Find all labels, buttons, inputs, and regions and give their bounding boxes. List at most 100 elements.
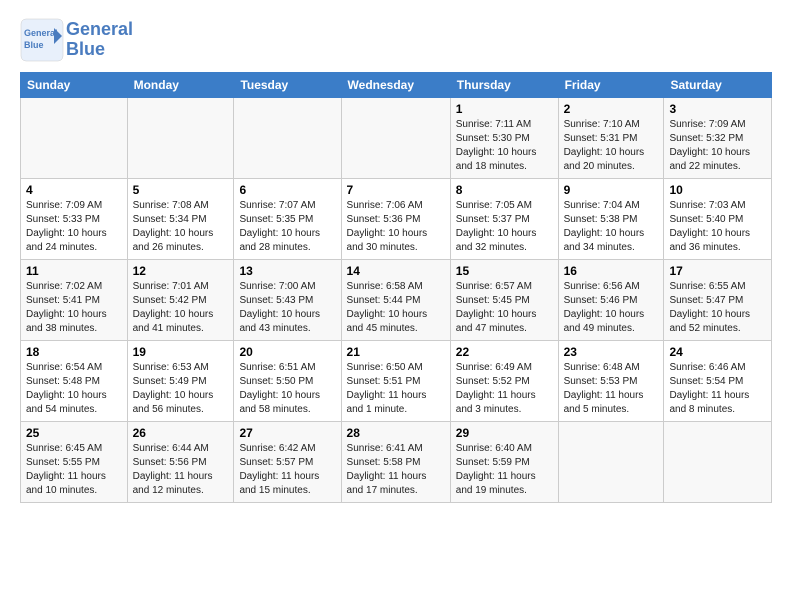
calendar-cell: 21 Sunrise: 6:50 AM Sunset: 5:51 PM Dayli… bbox=[341, 341, 450, 422]
col-header-saturday: Saturday bbox=[664, 73, 772, 98]
calendar-cell bbox=[127, 98, 234, 179]
calendar-cell: 11 Sunrise: 7:02 AM Sunset: 5:41 PM Dayli… bbox=[21, 260, 128, 341]
day-info: Sunrise: 7:07 AM Sunset: 5:35 PM Dayligh… bbox=[239, 199, 335, 255]
col-header-sunday: Sunday bbox=[21, 73, 128, 98]
calendar-cell: 1 Sunrise: 7:11 AM Sunset: 5:30 PM Daylig… bbox=[450, 98, 558, 179]
calendar-cell: 19 Sunrise: 6:53 AM Sunset: 5:49 PM Dayli… bbox=[127, 341, 234, 422]
page: General Blue General Blue SundayMondayTue… bbox=[0, 0, 792, 513]
day-info: Sunrise: 6:41 AM Sunset: 5:58 PM Dayligh… bbox=[347, 442, 445, 498]
day-number: 23 bbox=[564, 345, 659, 359]
day-info: Sunrise: 7:05 AM Sunset: 5:37 PM Dayligh… bbox=[456, 199, 553, 255]
day-info: Sunrise: 6:58 AM Sunset: 5:44 PM Dayligh… bbox=[347, 280, 445, 336]
svg-text:Blue: Blue bbox=[24, 40, 44, 50]
calendar-cell: 29 Sunrise: 6:40 AM Sunset: 5:59 PM Dayli… bbox=[450, 422, 558, 503]
calendar-cell: 5Sunrise: 7:08 AM Sunset: 5:34 PM Daylig… bbox=[127, 179, 234, 260]
day-info: Sunrise: 7:03 AM Sunset: 5:40 PM Dayligh… bbox=[669, 199, 766, 255]
col-header-monday: Monday bbox=[127, 73, 234, 98]
day-info: Sunrise: 6:51 AM Sunset: 5:50 PM Dayligh… bbox=[239, 361, 335, 417]
week-row-3: 11 Sunrise: 7:02 AM Sunset: 5:41 PM Dayli… bbox=[21, 260, 772, 341]
col-header-thursday: Thursday bbox=[450, 73, 558, 98]
day-number: 3 bbox=[669, 102, 766, 116]
day-number: 28 bbox=[347, 426, 445, 440]
calendar-header-row: SundayMondayTuesdayWednesdayThursdayFrid… bbox=[21, 73, 772, 98]
day-number: 6 bbox=[239, 183, 335, 197]
calendar-cell: 18 Sunrise: 6:54 AM Sunset: 5:48 PM Dayli… bbox=[21, 341, 128, 422]
calendar-cell: 6 Sunrise: 7:07 AM Sunset: 5:35 PM Daylig… bbox=[234, 179, 341, 260]
day-number: 11 bbox=[26, 264, 122, 278]
day-number: 22 bbox=[456, 345, 553, 359]
calendar-table: SundayMondayTuesdayWednesdayThursdayFrid… bbox=[20, 72, 772, 503]
day-info: Sunrise: 7:01 AM Sunset: 5:42 PM Dayligh… bbox=[133, 280, 229, 336]
logo-icon: General Blue bbox=[20, 18, 64, 62]
calendar-cell: 4 Sunrise: 7:09 AM Sunset: 5:33 PM Daylig… bbox=[21, 179, 128, 260]
day-number: 9 bbox=[564, 183, 659, 197]
day-number: 10 bbox=[669, 183, 766, 197]
calendar-cell: 22 Sunrise: 6:49 AM Sunset: 5:52 PM Dayli… bbox=[450, 341, 558, 422]
calendar-cell bbox=[664, 422, 772, 503]
week-row-5: 25Sunrise: 6:45 AM Sunset: 5:55 PM Dayli… bbox=[21, 422, 772, 503]
day-number: 29 bbox=[456, 426, 553, 440]
day-info: Sunrise: 7:08 AM Sunset: 5:34 PM Dayligh… bbox=[133, 199, 229, 255]
day-number: 26 bbox=[133, 426, 229, 440]
day-number: 2 bbox=[564, 102, 659, 116]
calendar-cell: 12 Sunrise: 7:01 AM Sunset: 5:42 PM Dayli… bbox=[127, 260, 234, 341]
calendar-cell: 24 Sunrise: 6:46 AM Sunset: 5:54 PM Dayli… bbox=[664, 341, 772, 422]
day-info: Sunrise: 6:49 AM Sunset: 5:52 PM Dayligh… bbox=[456, 361, 553, 417]
calendar-cell: 10 Sunrise: 7:03 AM Sunset: 5:40 PM Dayli… bbox=[664, 179, 772, 260]
day-number: 7 bbox=[347, 183, 445, 197]
day-info: Sunrise: 7:00 AM Sunset: 5:43 PM Dayligh… bbox=[239, 280, 335, 336]
day-info: Sunrise: 7:10 AM Sunset: 5:31 PM Dayligh… bbox=[564, 118, 659, 174]
day-number: 24 bbox=[669, 345, 766, 359]
calendar-cell: 23 Sunrise: 6:48 AM Sunset: 5:53 PM Dayli… bbox=[558, 341, 664, 422]
day-info: Sunrise: 6:48 AM Sunset: 5:53 PM Dayligh… bbox=[564, 361, 659, 417]
svg-text:General: General bbox=[24, 28, 58, 38]
week-row-2: 4 Sunrise: 7:09 AM Sunset: 5:33 PM Daylig… bbox=[21, 179, 772, 260]
calendar-cell: 2 Sunrise: 7:10 AM Sunset: 5:31 PM Daylig… bbox=[558, 98, 664, 179]
calendar-cell: 8 Sunrise: 7:05 AM Sunset: 5:37 PM Daylig… bbox=[450, 179, 558, 260]
day-info: Sunrise: 7:09 AM Sunset: 5:33 PM Dayligh… bbox=[26, 199, 122, 255]
calendar-cell: 20 Sunrise: 6:51 AM Sunset: 5:50 PM Dayli… bbox=[234, 341, 341, 422]
day-info: Sunrise: 7:04 AM Sunset: 5:38 PM Dayligh… bbox=[564, 199, 659, 255]
day-number: 14 bbox=[347, 264, 445, 278]
calendar-cell: 3 Sunrise: 7:09 AM Sunset: 5:32 PM Daylig… bbox=[664, 98, 772, 179]
calendar-cell: 25Sunrise: 6:45 AM Sunset: 5:55 PM Dayli… bbox=[21, 422, 128, 503]
week-row-4: 18 Sunrise: 6:54 AM Sunset: 5:48 PM Dayli… bbox=[21, 341, 772, 422]
day-info: Sunrise: 6:57 AM Sunset: 5:45 PM Dayligh… bbox=[456, 280, 553, 336]
day-number: 20 bbox=[239, 345, 335, 359]
calendar-cell: 16 Sunrise: 6:56 AM Sunset: 5:46 PM Dayli… bbox=[558, 260, 664, 341]
col-header-wednesday: Wednesday bbox=[341, 73, 450, 98]
calendar-cell bbox=[341, 98, 450, 179]
day-number: 27 bbox=[239, 426, 335, 440]
day-info: Sunrise: 6:56 AM Sunset: 5:46 PM Dayligh… bbox=[564, 280, 659, 336]
day-number: 18 bbox=[26, 345, 122, 359]
day-info: Sunrise: 6:40 AM Sunset: 5:59 PM Dayligh… bbox=[456, 442, 553, 498]
day-info: Sunrise: 7:09 AM Sunset: 5:32 PM Dayligh… bbox=[669, 118, 766, 174]
day-number: 17 bbox=[669, 264, 766, 278]
calendar-cell: 9 Sunrise: 7:04 AM Sunset: 5:38 PM Daylig… bbox=[558, 179, 664, 260]
day-info: Sunrise: 7:02 AM Sunset: 5:41 PM Dayligh… bbox=[26, 280, 122, 336]
day-number: 4 bbox=[26, 183, 122, 197]
day-number: 21 bbox=[347, 345, 445, 359]
calendar-cell: 27Sunrise: 6:42 AM Sunset: 5:57 PM Dayli… bbox=[234, 422, 341, 503]
week-row-1: 1 Sunrise: 7:11 AM Sunset: 5:30 PM Daylig… bbox=[21, 98, 772, 179]
day-info: Sunrise: 7:11 AM Sunset: 5:30 PM Dayligh… bbox=[456, 118, 553, 174]
day-number: 15 bbox=[456, 264, 553, 278]
calendar-cell: 15 Sunrise: 6:57 AM Sunset: 5:45 PM Dayli… bbox=[450, 260, 558, 341]
calendar-cell bbox=[21, 98, 128, 179]
calendar-cell: 7Sunrise: 7:06 AM Sunset: 5:36 PM Daylig… bbox=[341, 179, 450, 260]
day-number: 19 bbox=[133, 345, 229, 359]
calendar-cell bbox=[234, 98, 341, 179]
day-info: Sunrise: 6:53 AM Sunset: 5:49 PM Dayligh… bbox=[133, 361, 229, 417]
day-number: 12 bbox=[133, 264, 229, 278]
day-info: Sunrise: 6:46 AM Sunset: 5:54 PM Dayligh… bbox=[669, 361, 766, 417]
day-info: Sunrise: 6:54 AM Sunset: 5:48 PM Dayligh… bbox=[26, 361, 122, 417]
day-number: 16 bbox=[564, 264, 659, 278]
day-info: Sunrise: 6:50 AM Sunset: 5:51 PM Dayligh… bbox=[347, 361, 445, 417]
calendar-cell: 17Sunrise: 6:55 AM Sunset: 5:47 PM Dayli… bbox=[664, 260, 772, 341]
day-number: 1 bbox=[456, 102, 553, 116]
day-number: 8 bbox=[456, 183, 553, 197]
logo: General Blue General Blue bbox=[20, 18, 133, 62]
calendar-cell: 26 Sunrise: 6:44 AM Sunset: 5:56 PM Dayli… bbox=[127, 422, 234, 503]
calendar-cell: 14 Sunrise: 6:58 AM Sunset: 5:44 PM Dayli… bbox=[341, 260, 450, 341]
day-info: Sunrise: 6:44 AM Sunset: 5:56 PM Dayligh… bbox=[133, 442, 229, 498]
